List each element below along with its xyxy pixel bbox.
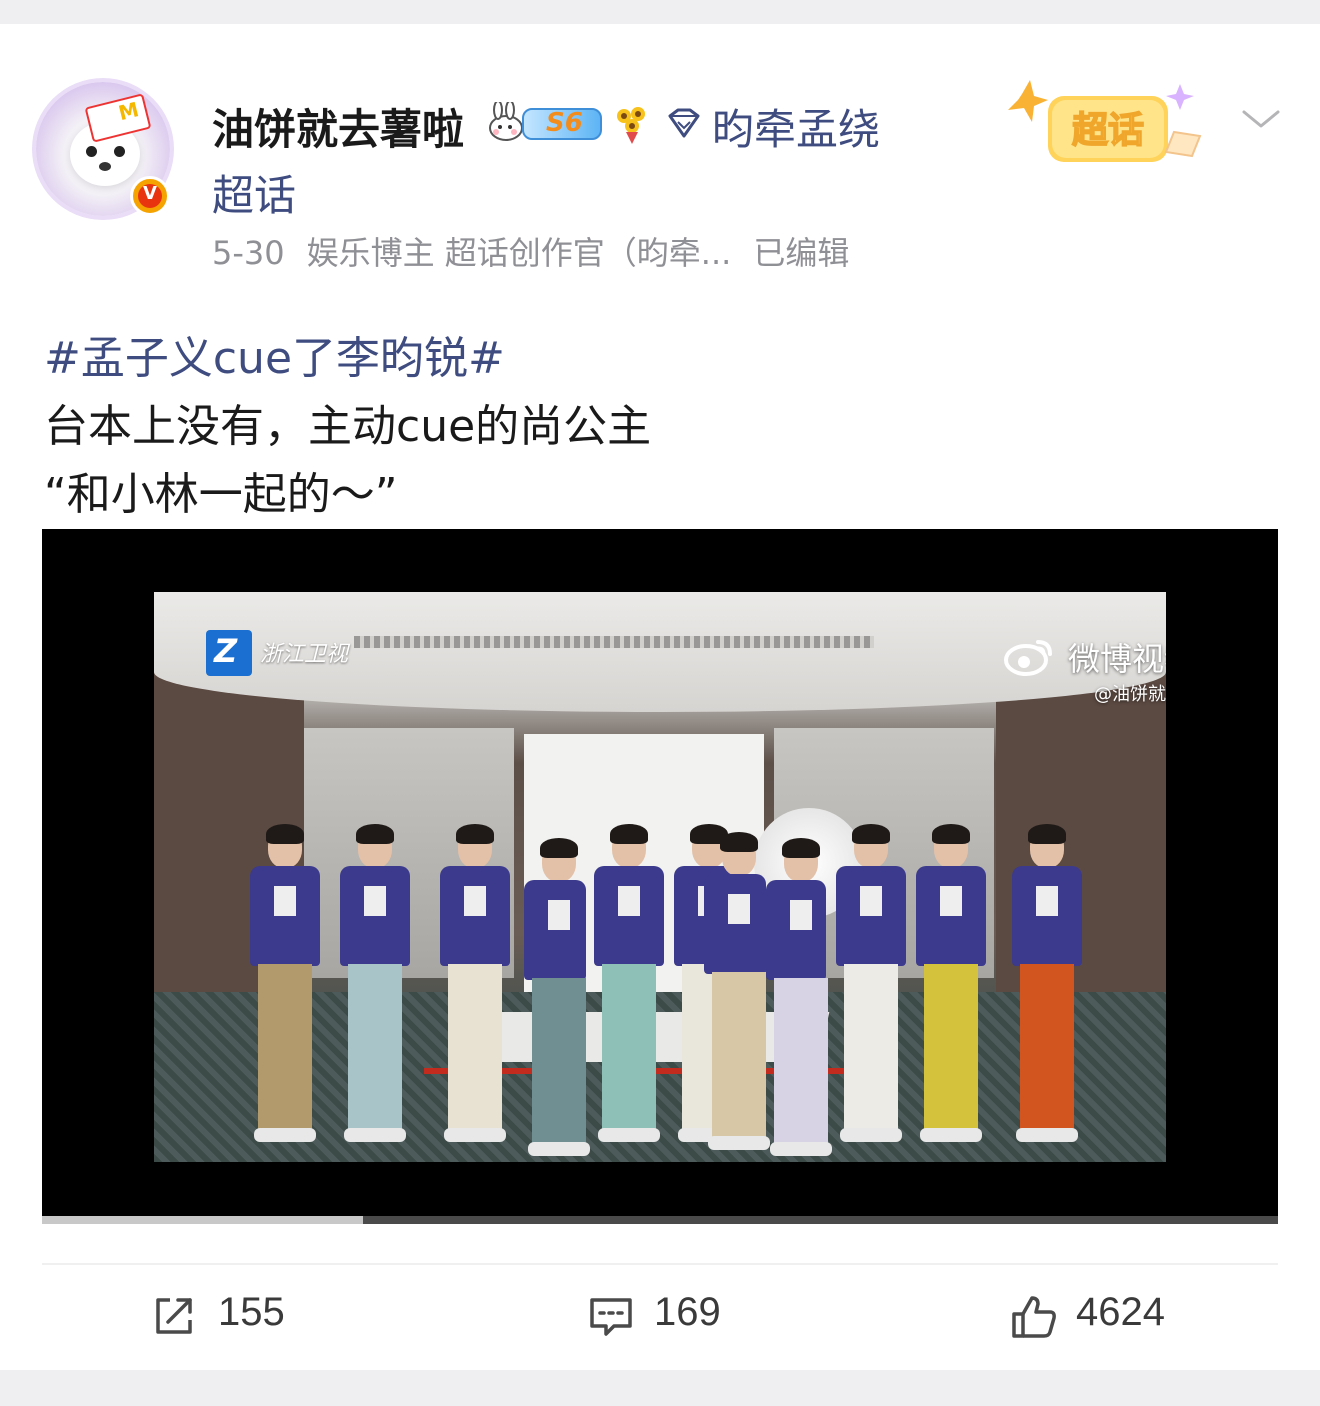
level-badge: S6 [522,108,602,140]
person [766,838,832,1162]
person [836,824,906,1148]
post-text-line-2: “和小林一起的～” [44,469,398,520]
person [440,824,510,1148]
action-divider [42,1263,1278,1265]
person [594,824,664,1148]
person [1012,824,1082,1148]
person [524,838,590,1162]
diamond-icon [668,108,700,138]
like-icon [1012,1296,1056,1338]
weibo-video-watermark: 微博视频号 @油饼就去薯啦 [1002,632,1166,712]
comment-count: 169 [654,1290,721,1334]
comment-icon [590,1298,632,1336]
video-progress-bar[interactable] [42,1216,1278,1224]
person [704,832,770,1156]
like-count: 4624 [1076,1290,1165,1334]
video-frame: Z 浙江卫视 微博视频号 @油饼就去薯啦 [154,592,1166,1162]
person [340,824,410,1148]
feed-gap [0,1370,1320,1406]
post-date: 5-30 [212,234,285,272]
repost-icon [156,1298,192,1334]
video-player[interactable]: Z 浙江卫视 微博视频号 @油饼就去薯啦 [42,529,1278,1217]
post-tags: 娱乐博主 超话创作官（昀牵... [306,234,732,272]
post-meta: 5-30 娱乐博主 超话创作官（昀牵... 已编辑 [212,228,871,274]
video-progress-fill [42,1216,364,1224]
supertopic-link[interactable]: 昀牵孟绕 [712,96,880,157]
supertopic-badge-icon[interactable]: 超话 [1004,76,1214,180]
weibo-logo-icon [1004,640,1052,676]
username[interactable]: 油饼就去薯啦 [212,96,464,157]
verified-badge-icon: V [130,176,170,216]
person [916,824,986,1148]
repost-count: 155 [218,1290,285,1334]
person [250,824,320,1148]
hashtag-link[interactable]: #孟子义cue了李昀锐# [44,322,505,386]
zhejiang-tv-logo: Z 浙江卫视 [206,630,356,676]
supertopic-badge-label: 超话 [1072,110,1144,151]
post-text-line-1: 台本上没有，主动cue的尚公主 [44,401,652,452]
chevron-down-icon[interactable] [1238,104,1284,134]
supertopic-link-suffix[interactable]: 超话 [212,162,296,223]
edited-label: 已编辑 [753,234,850,272]
hat-decoration: M [84,93,152,143]
weibo-post-card: M V 油饼就去薯啦 S6 昀牵孟绕 超话 5-30 娱乐博主 超话创作官（昀牵.… [0,24,1320,1370]
sunflower-bouquet-icon [617,107,645,144]
